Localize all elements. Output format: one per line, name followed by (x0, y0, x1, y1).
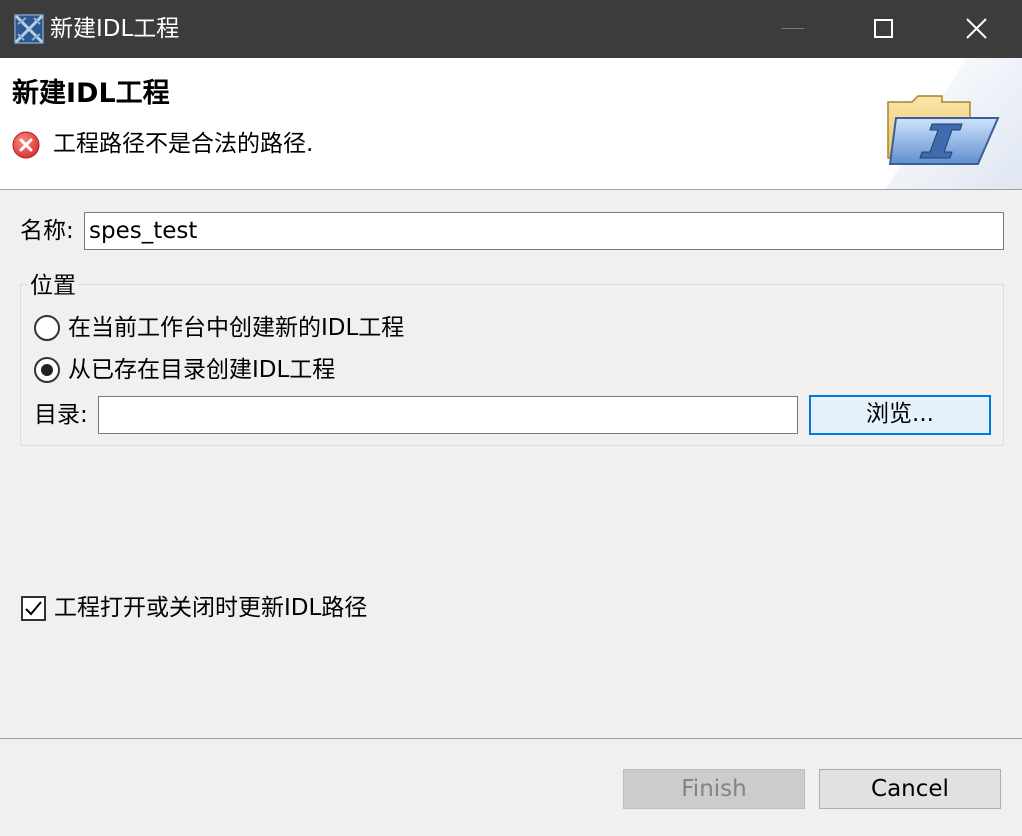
title-bar: 新建IDL工程 (0, 0, 1022, 58)
checkmark-icon (25, 601, 42, 616)
directory-label: 目录: (34, 402, 88, 428)
update-path-checkbox[interactable] (21, 596, 46, 621)
error-icon (12, 131, 40, 159)
minimize-icon (782, 28, 804, 29)
finish-button[interactable]: Finish (623, 769, 805, 809)
directory-field[interactable] (98, 396, 798, 434)
radio-create-in-workspace-label[interactable]: 在当前工作台中创建新的IDL工程 (68, 312, 404, 344)
wizard-header: 新建IDL工程 工程路径不是合法的路径. (0, 58, 1022, 190)
minimize-button[interactable] (748, 0, 840, 58)
radio-create-from-existing-label[interactable]: 从已存在目录创建IDL工程 (68, 354, 335, 386)
close-icon (966, 18, 987, 39)
browse-button[interactable]: 浏览... (809, 395, 991, 435)
location-group-label: 位置 (28, 270, 78, 302)
page-title: 新建IDL工程 (12, 78, 170, 109)
close-button[interactable] (930, 0, 1022, 58)
name-field[interactable]: spes_test (84, 212, 1004, 250)
cancel-button[interactable]: Cancel (819, 769, 1001, 809)
window-title: 新建IDL工程 (50, 16, 180, 42)
radio-create-in-workspace[interactable] (34, 315, 60, 341)
maximize-button[interactable] (838, 0, 930, 58)
app-icon (14, 14, 44, 44)
footer-divider (0, 738, 1022, 739)
name-label: 名称: (20, 218, 74, 244)
idl-folder-icon (886, 58, 1022, 189)
maximize-icon (874, 19, 893, 38)
error-message: 工程路径不是合法的路径. (53, 131, 314, 157)
update-path-label[interactable]: 工程打开或关闭时更新IDL路径 (54, 592, 367, 624)
radio-create-from-existing[interactable] (34, 357, 60, 383)
